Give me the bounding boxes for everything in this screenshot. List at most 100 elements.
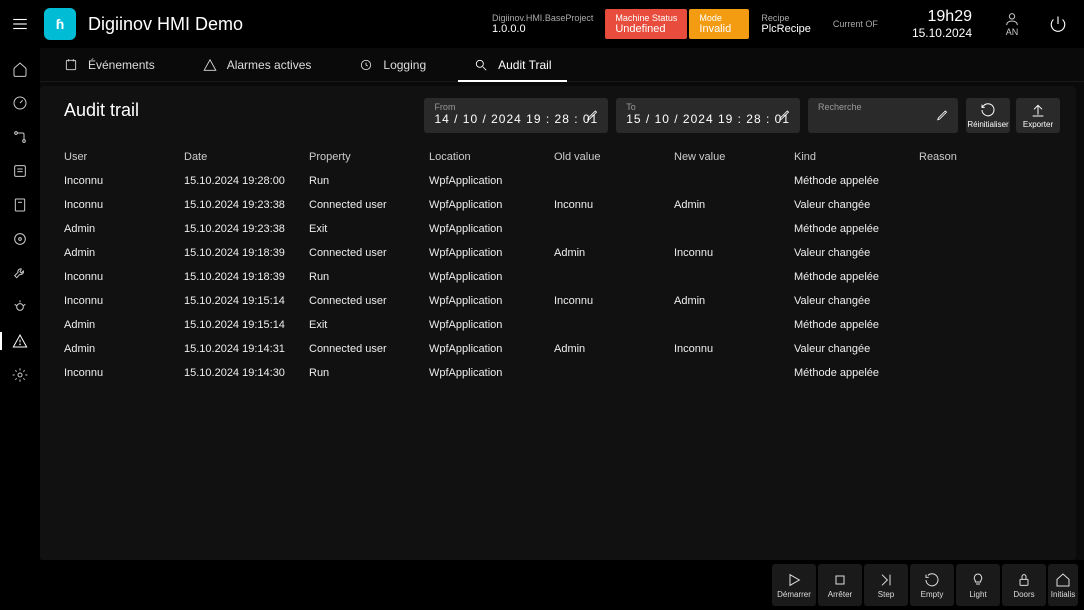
filter-bar: From 14 / 10 / 2024 19 : 28 : 01 To 15 /… (424, 86, 1060, 141)
table-header: User Date Property Location Old value Ne… (56, 145, 1060, 169)
table-row[interactable]: Admin15.10.2024 19:18:39Connected userWp… (56, 241, 1060, 265)
sidebar-home[interactable] (0, 52, 40, 86)
step-button[interactable]: Step (864, 564, 908, 606)
col-new[interactable]: New value (674, 151, 794, 163)
sidebar-flow[interactable] (0, 120, 40, 154)
col-location[interactable]: Location (429, 151, 554, 163)
table-row[interactable]: Inconnu15.10.2024 19:23:38Connected user… (56, 193, 1060, 217)
cell-new (674, 271, 794, 283)
sidebar-settings[interactable] (0, 358, 40, 392)
cell-user: Admin (64, 319, 184, 331)
edit-to-icon[interactable] (778, 107, 792, 124)
table-row[interactable]: Inconnu15.10.2024 19:15:14Connected user… (56, 289, 1060, 313)
cell-date: 15.10.2024 19:14:31 (184, 343, 309, 355)
col-date[interactable]: Date (184, 151, 309, 163)
sidebar-dashboard[interactable] (0, 86, 40, 120)
table-row[interactable]: Admin15.10.2024 19:15:14ExitWpfApplicati… (56, 313, 1060, 337)
hamburger-menu-button[interactable] (8, 12, 32, 36)
filter-from-value: 14 / 10 / 2024 19 : 28 : 01 (434, 112, 598, 126)
stop-icon (832, 572, 848, 588)
tab-events[interactable]: Événements (40, 48, 179, 81)
mode-value: Invalid (699, 23, 739, 35)
sidebar-tool[interactable] (0, 256, 40, 290)
table-row[interactable]: Admin15.10.2024 19:23:38ExitWpfApplicati… (56, 217, 1060, 241)
cell-reason (919, 343, 1019, 355)
step-label: Step (878, 590, 894, 599)
filter-search-label: Recherche (818, 102, 948, 112)
cell-old (554, 271, 674, 283)
table-row[interactable]: Admin15.10.2024 19:14:31Connected userWp… (56, 337, 1060, 361)
table-row[interactable]: Inconnu15.10.2024 19:14:30RunWpfApplicat… (56, 361, 1060, 385)
table-row[interactable]: Inconnu15.10.2024 19:28:00RunWpfApplicat… (56, 169, 1060, 193)
cell-property: Exit (309, 319, 429, 331)
tab-alarms[interactable]: Alarmes actives (179, 48, 336, 81)
reset-button[interactable]: Réinitialiser (966, 98, 1010, 133)
gauge-icon (12, 95, 28, 111)
doors-label: Doors (1013, 590, 1034, 599)
col-property[interactable]: Property (309, 151, 429, 163)
sidebar-target[interactable] (0, 222, 40, 256)
project-version: 1.0.0.0 (492, 23, 593, 35)
empty-button[interactable]: Empty (910, 564, 954, 606)
init-button[interactable]: Initialis (1048, 564, 1078, 606)
cell-kind: Méthode appelée (794, 175, 919, 187)
cell-new: Admin (674, 199, 794, 211)
footer-bar: Démarrer Arrêter Step Empty Light Doors … (0, 560, 1084, 610)
app-header: ɦ Digiinov HMI Demo Digiinov.HMI.BasePro… (0, 0, 1084, 48)
alarm-icon (203, 58, 217, 72)
cell-date: 15.10.2024 19:18:39 (184, 271, 309, 283)
stop-label: Arrêter (828, 590, 852, 599)
col-user[interactable]: User (64, 151, 184, 163)
light-button[interactable]: Light (956, 564, 1000, 606)
home-init-icon (1055, 572, 1071, 588)
user-block[interactable]: AN (996, 11, 1028, 37)
tab-audit[interactable]: Audit Trail (450, 48, 575, 81)
cell-user: Inconnu (64, 271, 184, 283)
reset-label: Réinitialiser (967, 120, 1008, 129)
cell-kind: Méthode appelée (794, 319, 919, 331)
cell-location: WpfApplication (429, 175, 554, 187)
machine-status-label: Machine Status (615, 13, 677, 23)
cell-kind: Méthode appelée (794, 367, 919, 379)
cell-old: Inconnu (554, 295, 674, 307)
stop-button[interactable]: Arrêter (818, 564, 862, 606)
start-button[interactable]: Démarrer (772, 564, 816, 606)
col-kind[interactable]: Kind (794, 151, 919, 163)
col-reason[interactable]: Reason (919, 151, 1019, 163)
sidebar-notes[interactable] (0, 188, 40, 222)
current-of-block: Current OF (823, 9, 888, 39)
tab-logging[interactable]: Logging (335, 48, 450, 81)
cell-old (554, 319, 674, 331)
cell-reason (919, 319, 1019, 331)
edit-search-icon[interactable] (936, 107, 950, 124)
cell-property: Run (309, 175, 429, 187)
cell-old: Inconnu (554, 199, 674, 211)
machine-status-value: Undefined (615, 23, 677, 35)
export-button[interactable]: Exporter (1016, 98, 1060, 133)
cell-kind: Valeur changée (794, 199, 919, 211)
cell-property: Connected user (309, 343, 429, 355)
table-row[interactable]: Inconnu15.10.2024 19:18:39RunWpfApplicat… (56, 265, 1060, 289)
filter-to[interactable]: To 15 / 10 / 2024 19 : 28 : 01 (616, 98, 800, 133)
filter-from[interactable]: From 14 / 10 / 2024 19 : 28 : 01 (424, 98, 608, 133)
audit-table: User Date Property Location Old value Ne… (56, 145, 1060, 560)
sidebar-bug[interactable] (0, 290, 40, 324)
cell-location: WpfApplication (429, 223, 554, 235)
recipe-value: PlcRecipe (761, 23, 811, 35)
doors-button[interactable]: Doors (1002, 564, 1046, 606)
col-old[interactable]: Old value (554, 151, 674, 163)
edit-from-icon[interactable] (586, 107, 600, 124)
cell-property: Run (309, 367, 429, 379)
main-area: Événements Alarmes actives Logging Audit… (40, 48, 1084, 560)
pencil-icon (936, 107, 950, 121)
home-icon (12, 61, 28, 77)
user-name: AN (1006, 27, 1019, 37)
sidebar-list[interactable] (0, 154, 40, 188)
cell-location: WpfApplication (429, 295, 554, 307)
filter-search[interactable]: Recherche (808, 98, 958, 133)
cell-reason (919, 367, 1019, 379)
sidebar-alert[interactable] (0, 324, 40, 358)
start-label: Démarrer (777, 590, 811, 599)
power-button[interactable] (1046, 12, 1070, 36)
project-info: Digiinov.HMI.BaseProject 1.0.0.0 (482, 9, 603, 39)
